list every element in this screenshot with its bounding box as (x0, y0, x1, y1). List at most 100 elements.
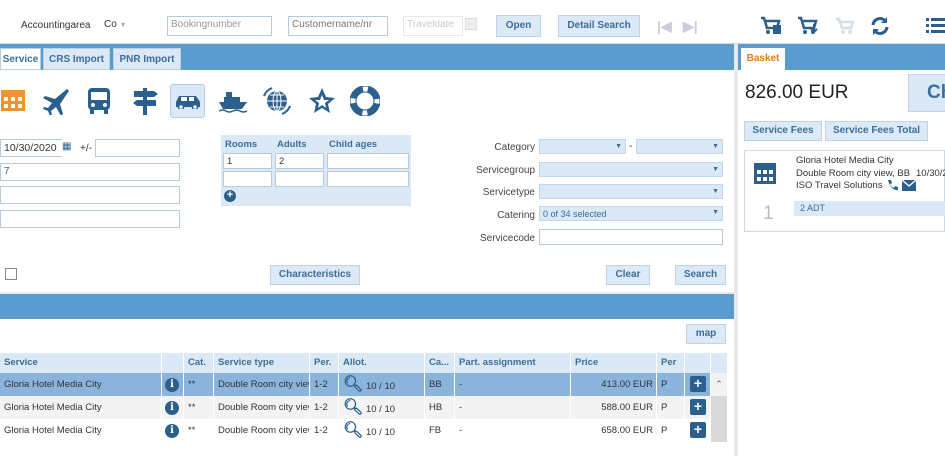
servicegroup-select[interactable]: ▼ (539, 162, 723, 177)
row-per: 1-2 (310, 419, 339, 442)
plus-icon: + (690, 399, 706, 415)
service-fees-total-button[interactable]: Service Fees Total (825, 121, 928, 141)
add-room-icon[interactable]: + (224, 190, 236, 202)
tab-basket[interactable]: Basket (741, 48, 785, 70)
list-menu-icon[interactable] (926, 17, 945, 35)
basket-item[interactable]: Gloria Hotel Media City Double Room city… (744, 150, 945, 232)
calendar-icon[interactable]: ▦ (62, 141, 74, 154)
characteristics-button[interactable]: Characteristics (270, 265, 360, 285)
col-allot[interactable]: Allot. (339, 353, 425, 373)
row-allot[interactable]: 🔍︎ 10 / 10 (339, 396, 425, 419)
magnifier-icon[interactable]: 🔍︎ (343, 399, 363, 416)
clear-button[interactable]: Clear (606, 265, 650, 285)
table-row[interactable]: Gloria Hotel Media City i ** Double Room… (0, 419, 728, 442)
cart-empty-icon[interactable] (835, 17, 855, 35)
childages-input-2[interactable] (327, 171, 409, 187)
col-per[interactable]: Per. (310, 353, 339, 373)
basket-item-title: Gloria Hotel Media City (796, 155, 894, 166)
service-fees-button[interactable]: Service Fees (744, 121, 822, 141)
childages-input[interactable] (327, 153, 409, 169)
checkout-button[interactable]: Ch (908, 74, 945, 112)
category-to-select[interactable]: ▼ (636, 139, 723, 154)
row-type: Double Room city view (214, 396, 310, 419)
region-input[interactable] (0, 210, 180, 228)
traveldate-input[interactable]: Traveldate (403, 16, 463, 36)
col-part-assignment[interactable]: Part. assignment (455, 353, 571, 373)
ship-icon (218, 92, 247, 113)
row-allot[interactable]: 🔍︎ 10 / 10 (339, 373, 425, 396)
accountingarea-select[interactable]: Co ▼ (101, 16, 127, 34)
cart-document-icon[interactable] (760, 16, 782, 36)
info-icon[interactable]: i (162, 396, 184, 419)
col-catering[interactable]: Ca... (425, 353, 455, 373)
signpost-category-button[interactable] (127, 84, 162, 118)
detail-search-button[interactable]: Detail Search (558, 15, 640, 37)
rooms-input-2[interactable] (223, 171, 272, 187)
basket-item-date: 10/30/2 (916, 168, 945, 179)
bookingnumber-input[interactable]: Bookingnumber (167, 16, 272, 36)
magnifier-icon[interactable]: 🔍︎ (343, 376, 363, 393)
refresh-icon[interactable] (870, 16, 890, 36)
catering-select[interactable]: 0 of 34 selected ▼ (539, 206, 723, 221)
add-to-basket-button[interactable]: + (685, 419, 711, 442)
add-to-basket-button[interactable]: + (685, 396, 711, 419)
col-price[interactable]: Price (571, 353, 657, 373)
cart-download-icon[interactable] (797, 16, 819, 36)
search-button[interactable]: Search (675, 265, 726, 285)
row-allot[interactable]: 🔍︎ 10 / 10 (339, 419, 425, 442)
open-button[interactable]: Open (496, 15, 541, 37)
scrollbar-thumb[interactable] (711, 396, 728, 419)
lifebuoy-icon (349, 86, 380, 116)
customername-input[interactable]: Customername/nr (288, 16, 388, 36)
top-toolbar: Accountingarea Co ▼ Bookingnumber Custom… (0, 0, 945, 44)
adults-input-2[interactable] (275, 171, 324, 187)
last-record-icon[interactable]: ▶| (683, 18, 698, 35)
rooms-input[interactable]: 1 (223, 153, 272, 169)
option-checkbox[interactable] (5, 268, 17, 280)
row-type: Double Room city view (214, 419, 310, 442)
col-per2[interactable]: Per (657, 353, 685, 373)
travel-date-input[interactable]: 10/30/2020 (0, 139, 62, 157)
table-row[interactable]: Gloria Hotel Media City i ** Double Room… (0, 396, 728, 419)
tab-crs-import[interactable]: CRS Import (43, 48, 110, 70)
calendar-icon[interactable] (465, 18, 477, 30)
cruise-category-button[interactable] (215, 84, 250, 118)
adults-input[interactable]: 2 (275, 153, 324, 169)
phone-icon[interactable] (886, 179, 898, 191)
add-to-basket-button[interactable]: + (685, 373, 711, 396)
car-category-button[interactable] (170, 84, 205, 118)
bus-category-button[interactable] (81, 84, 116, 118)
destination-input[interactable] (0, 186, 180, 204)
duration-input[interactable]: 7 (0, 163, 180, 181)
row-cat: ** (184, 419, 214, 442)
row-catering: FB (425, 419, 455, 442)
table-row[interactable]: Gloria Hotel Media City i ** Double Room… (0, 373, 728, 396)
accountingarea-value: Co (104, 19, 117, 30)
insurance-category-button[interactable] (347, 84, 382, 118)
servicetype-select[interactable]: ▼ (539, 184, 723, 199)
category-select[interactable]: ▼ (539, 139, 626, 154)
tab-service[interactable]: Service (0, 48, 41, 70)
col-cat[interactable]: Cat. (184, 353, 214, 373)
row-price: 413.00 EUR (571, 373, 657, 396)
first-record-icon[interactable]: |◀ (657, 18, 672, 35)
date-range-input[interactable] (95, 139, 180, 157)
servicecode-input[interactable] (539, 229, 723, 245)
info-icon[interactable]: i (162, 419, 184, 442)
globe-category-button[interactable] (259, 84, 294, 118)
map-button[interactable]: map (686, 324, 726, 344)
chevron-down-icon: ▼ (712, 143, 719, 150)
mail-icon[interactable] (902, 180, 916, 191)
scroll-up-icon[interactable]: ⌃ (711, 373, 728, 396)
tab-pnr-import[interactable]: PNR Import (113, 48, 181, 70)
star-category-button[interactable] (304, 84, 339, 118)
scrollbar-track[interactable] (711, 419, 728, 442)
flight-category-button[interactable] (37, 84, 72, 118)
hotel-category-button[interactable] (0, 84, 25, 118)
magnifier-icon[interactable]: 🔍︎ (343, 422, 363, 439)
chevron-down-icon: ▼ (615, 143, 622, 150)
accountingarea-label: Accountingarea (21, 20, 91, 31)
col-service-type[interactable]: Service type (214, 353, 310, 373)
col-service[interactable]: Service (0, 353, 162, 373)
info-icon[interactable]: i (162, 373, 184, 396)
